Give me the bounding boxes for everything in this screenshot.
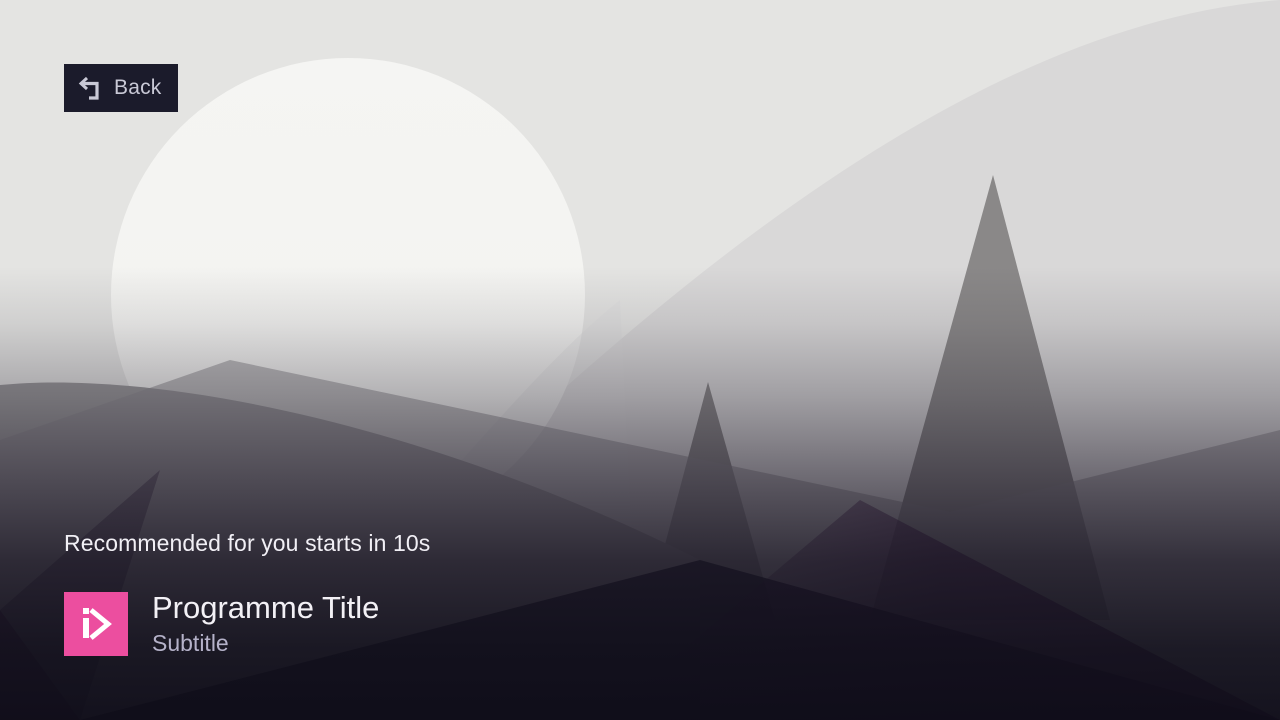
programme-text: Programme Title Subtitle xyxy=(152,590,379,658)
back-button-label: Back xyxy=(114,76,162,99)
play-logo-icon xyxy=(64,592,128,656)
back-arrow-icon xyxy=(78,75,104,101)
programme-subtitle: Subtitle xyxy=(152,630,229,656)
next-programme-card[interactable]: Programme Title Subtitle xyxy=(64,590,379,658)
autoplay-screen: Back Recommended for you starts in 10s P… xyxy=(0,0,1280,720)
autoplay-countdown-text: Recommended for you starts in 10s xyxy=(64,530,431,556)
back-button[interactable]: Back xyxy=(64,64,178,112)
programme-title: Programme Title xyxy=(152,590,380,625)
